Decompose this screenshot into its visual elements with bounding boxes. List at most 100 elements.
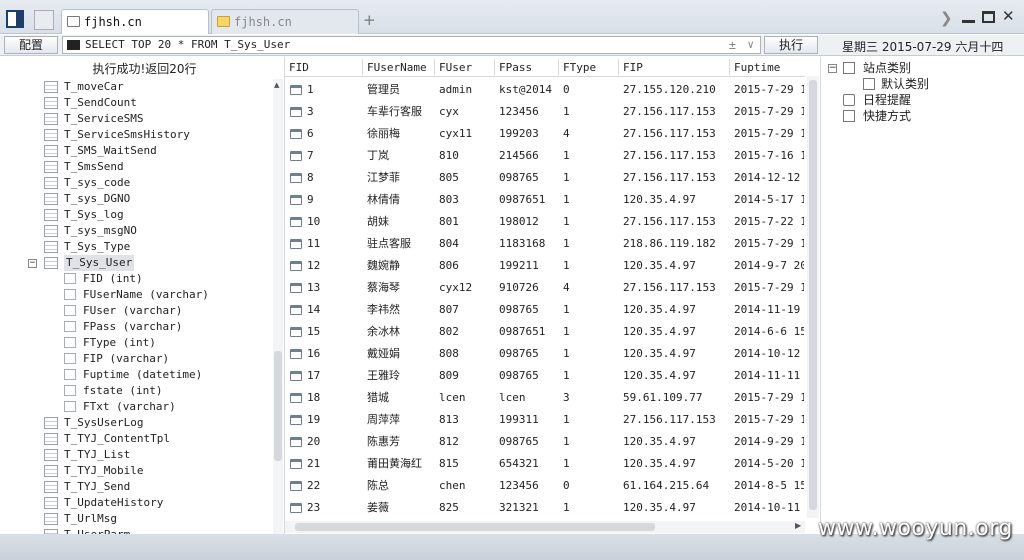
tree-table-item[interactable]: T_TYJ_List (4, 447, 272, 463)
table-cell: 3 (307, 105, 314, 118)
maximize-icon[interactable] (982, 11, 995, 23)
column-header[interactable]: FPass (499, 61, 532, 74)
tree-table-item[interactable]: T_Sys_log (4, 207, 272, 223)
column-header[interactable]: Fuptime (734, 61, 780, 74)
config-button[interactable]: 配置 (4, 36, 58, 54)
tree-table-item[interactable]: T_UserParm (4, 527, 272, 534)
tree-column-item[interactable]: FTxt (varchar) (4, 399, 272, 415)
new-tab-plus-icon[interactable]: + (363, 11, 376, 29)
tree-column-item[interactable]: FID (int) (4, 271, 272, 287)
minimize-icon[interactable] (962, 20, 975, 23)
tree-table-item[interactable]: T_sys_msgNO (4, 223, 272, 239)
table-row[interactable]: 6 徐丽梅 cyx11 199203 4 27.156.117.153 2015-7-29 … (285, 123, 805, 145)
table-row[interactable]: 15 余冰林 802 0987651 1 120.35.4.97 2014-6-6 15: (285, 321, 805, 343)
scrollbar-thumb[interactable] (274, 351, 282, 461)
grid-vertical-scrollbar[interactable] (807, 76, 819, 518)
table-row[interactable]: 17 王雅玲 809 098765 1 120.35.4.97 2014-11-11 1 (285, 365, 805, 387)
table-row[interactable]: 20 陈惠芳 812 098765 1 120.35.4.97 2014-9-29 19 (285, 431, 805, 453)
table-cell: 1 (563, 193, 570, 206)
tab-inactive[interactable]: fjhsh.cn (211, 9, 359, 34)
tree-column-item[interactable]: fstate (int) (4, 383, 272, 399)
table-row[interactable]: 18 猎城 lcen lcen 3 59.61.109.77 2015-7-29 11 (285, 387, 805, 409)
table-row[interactable]: 9 林倩倩 803 0987651 1 120.35.4.97 2014-5-17 14 (285, 189, 805, 211)
tree-table-item[interactable]: T_Sys_Type (4, 239, 272, 255)
tree-table-item[interactable]: T_SysUserLog (4, 415, 272, 431)
table-icon (44, 161, 58, 173)
tree-table-item[interactable]: T_moveCar (4, 79, 272, 95)
tree-column-item[interactable]: Fuptime (datetime) (4, 367, 272, 383)
table-cell: 2014-9-7 20: (734, 259, 804, 272)
table-cell: 120.35.4.97 (623, 369, 696, 382)
tree-table-item[interactable]: T_sys_DGNO (4, 191, 272, 207)
execute-button[interactable]: 执行 (764, 36, 818, 54)
column-header[interactable]: FIP (623, 61, 643, 74)
scrollbar-thumb[interactable] (809, 80, 817, 510)
table-row[interactable]: 10 胡妹 801 198012 1 27.156.117.153 2015-7-22 16 (285, 211, 805, 233)
collapse-icon[interactable]: − (28, 259, 37, 268)
sidebar-toggle-icon[interactable] (34, 10, 54, 30)
table-row[interactable]: 23 姜薇 825 321321 1 120.35.4.97 2014-10-11 1 (285, 497, 805, 519)
column-header[interactable]: FID (289, 61, 309, 74)
tree-column-item[interactable]: FPass (varchar) (4, 319, 272, 335)
table-row[interactable]: 11 驻点客服 804 1183168 1 218.86.119.182 2015-7-29… (285, 233, 805, 255)
chevron-right-icon[interactable]: ❯ (940, 9, 953, 27)
tab-active[interactable]: fjhsh.cn (61, 9, 209, 34)
table-cell: 2015-7-29 12 (734, 237, 804, 250)
grid-horizontal-scrollbar[interactable]: ▶ (285, 521, 805, 533)
column-separator[interactable] (618, 59, 619, 75)
column-separator[interactable] (362, 59, 363, 75)
column-header[interactable]: FUserName (367, 61, 427, 74)
tree-table-item[interactable]: T_sys_code (4, 175, 272, 191)
tree-item-label: FType (int) (83, 336, 156, 349)
table-icon (44, 241, 58, 253)
table-row[interactable]: 14 李祎然 807 098765 1 120.35.4.97 2014-11-19 1 (285, 299, 805, 321)
column-separator[interactable] (494, 59, 495, 75)
collapse-icon[interactable]: − (828, 64, 837, 73)
column-separator[interactable] (558, 59, 559, 75)
table-row[interactable]: 19 周萍萍 813 199311 1 27.156.117.153 2015-7-29 1… (285, 409, 805, 431)
table-cell: 2015-7-29 11 (734, 391, 804, 404)
table-row[interactable]: 13 蔡海琴 cyx12 910726 4 27.156.117.153 2015-7-29… (285, 277, 805, 299)
tree-table-item[interactable]: T_UrlMsg (4, 511, 272, 527)
table-row[interactable]: 22 陈总 chen 123456 0 61.164.215.64 2014-8-5 15: (285, 475, 805, 497)
table-row[interactable]: 12 魏婉静 806 199211 1 120.35.4.97 2014-9-7 20: (285, 255, 805, 277)
tree-table-item[interactable]: T_ServiceSmsHistory (4, 127, 272, 143)
table-row[interactable]: 8 江梦菲 805 098765 1 27.156.117.153 2014-12-12 1 (285, 167, 805, 189)
chevron-down-icon[interactable]: ∨ (747, 37, 754, 53)
table-row[interactable]: 21 莆田黄海红 815 654321 1 120.35.4.97 2014-5-20 18 (285, 453, 805, 475)
scrollbar-thumb[interactable] (295, 523, 655, 531)
scroll-right-icon[interactable]: ▶ (795, 521, 801, 530)
tree-table-item[interactable]: T_UpdateHistory (4, 495, 272, 511)
tree-table-item[interactable]: T_SMS_WaitSend (4, 143, 272, 159)
tree-scrollbar[interactable]: ▲ (273, 79, 283, 534)
sql-input[interactable]: SELECT TOP 20 * FROM T_Sys_User ± ∨ (62, 36, 761, 54)
row-icon (290, 415, 302, 425)
table-icon (44, 193, 58, 205)
table-cell: 120.35.4.97 (623, 435, 696, 448)
tree-table-item[interactable]: − T_Sys_User (4, 255, 272, 271)
table-row[interactable]: 7 丁岚 810 214566 1 27.156.117.153 2015-7-16 18 (285, 145, 805, 167)
tree-column-item[interactable]: FIP (varchar) (4, 351, 272, 367)
tree-table-item[interactable]: T_ServiceSMS (4, 111, 272, 127)
column-separator[interactable] (434, 59, 435, 75)
close-icon[interactable]: ✕ (1002, 7, 1015, 25)
tree-table-item[interactable]: T_SendCount (4, 95, 272, 111)
tree-column-item[interactable]: FType (int) (4, 335, 272, 351)
scroll-up-icon[interactable]: ▲ (274, 81, 279, 89)
table-row[interactable]: 1 管理员 admin kst@2014 0 27.155.120.210 2015-7-2… (285, 79, 805, 101)
tree-table-item[interactable]: T_TYJ_ContentTpl (4, 431, 272, 447)
tree-column-item[interactable]: FUserName (varchar) (4, 287, 272, 303)
column-header[interactable]: FUser (439, 61, 472, 74)
column-separator[interactable] (729, 59, 730, 75)
tree-item-label: T_sys_DGNO (64, 192, 131, 205)
tab-label: fjhsh.cn (234, 15, 292, 29)
table-row[interactable]: 3 车辈行客服 cyx 123456 1 27.156.117.153 2015-7-29 … (285, 101, 805, 123)
tree-column-item[interactable]: FUser (varchar) (4, 303, 272, 319)
app-logo-icon[interactable] (6, 10, 24, 28)
tree-table-item[interactable]: T_TYJ_Mobile (4, 463, 272, 479)
table-row[interactable]: 16 戴娅娟 808 098765 1 120.35.4.97 2014-10-12 9 (285, 343, 805, 365)
tree-table-item[interactable]: T_SmsSend (4, 159, 272, 175)
tree-table-item[interactable]: T_TYJ_Send (4, 479, 272, 495)
plus-minus-icon[interactable]: ± (729, 37, 736, 53)
column-header[interactable]: FType (563, 61, 596, 74)
